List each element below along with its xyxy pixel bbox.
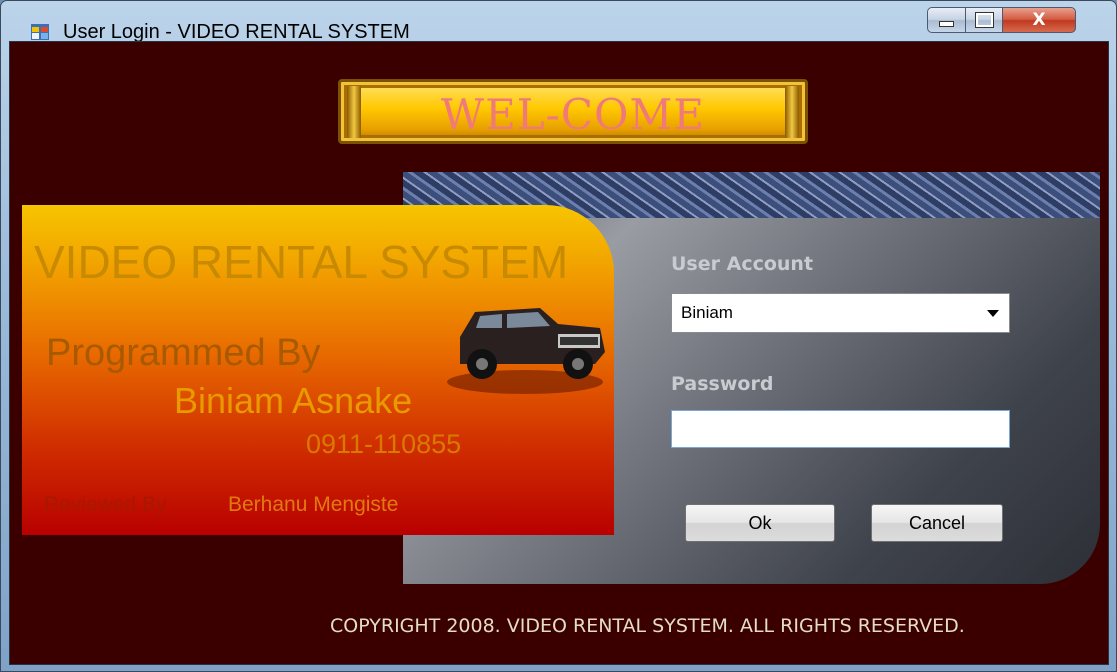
- maximize-button[interactable]: [965, 7, 1003, 33]
- close-button[interactable]: X: [1002, 7, 1076, 33]
- banner-title: VIDEO RENTAL SYSTEM: [34, 236, 569, 288]
- minimize-button[interactable]: [927, 7, 966, 33]
- title-bar[interactable]: User Login - VIDEO RENTAL SYSTEM X: [1, 1, 1116, 43]
- car-image: [447, 308, 605, 394]
- user-account-value: Biniam: [681, 303, 733, 322]
- user-account-label: User Account: [671, 253, 814, 275]
- password-field[interactable]: [671, 410, 1010, 448]
- login-window: User Login - VIDEO RENTAL SYSTEM X WEL-C…: [0, 0, 1117, 672]
- reviewer-name: Berhanu Mengiste: [228, 493, 399, 516]
- chevron-down-icon[interactable]: [987, 310, 999, 317]
- password-label: Password: [671, 373, 774, 395]
- phone-number: 0911-110855: [306, 429, 462, 459]
- copyright-text: COPYRIGHT 2008. VIDEO RENTAL SYSTEM. ALL…: [330, 615, 965, 637]
- cancel-button[interactable]: Cancel: [871, 504, 1003, 542]
- welcome-heading: WEL-COME: [440, 90, 706, 139]
- minimize-icon: [939, 21, 954, 27]
- form-client-area: WEL-COME VIDEO RENTAL SYSTEM Programmed …: [9, 41, 1109, 665]
- ok-button[interactable]: Ok: [685, 504, 835, 542]
- reviewed-by-label: Reviewed By: [44, 493, 167, 516]
- close-icon: X: [1032, 10, 1046, 30]
- maximize-icon: [974, 12, 994, 28]
- author-name: Biniam Asnake: [174, 380, 413, 421]
- user-account-select[interactable]: Biniam: [671, 293, 1010, 333]
- welcome-plaque: WEL-COME: [338, 79, 808, 144]
- programmed-by-label: Programmed By: [46, 332, 321, 374]
- app-icon: [31, 24, 49, 40]
